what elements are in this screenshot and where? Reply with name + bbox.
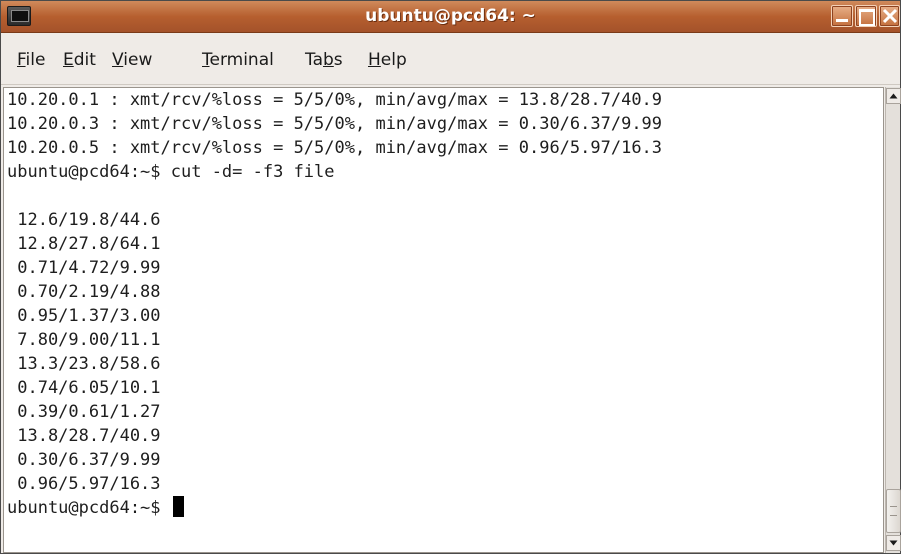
menu-tabs[interactable]: Tabs	[305, 48, 343, 72]
menu-help[interactable]: Help	[368, 48, 407, 72]
vertical-scrollbar[interactable]	[885, 87, 901, 553]
terminal-line: 7.80/9.00/11.1	[7, 330, 161, 350]
terminal-output[interactable]: 10.20.0.1 : xmt/rcv/%loss = 5/5/0%, min/…	[3, 87, 884, 553]
terminal-line: 13.3/23.8/58.6	[7, 354, 161, 374]
terminal-line: 10.20.0.3 : xmt/rcv/%loss = 5/5/0%, min/…	[7, 114, 663, 134]
terminal-command-line: ubuntu@pcd64:~$ cut -d= -f3 file	[7, 162, 335, 182]
scroll-thumb[interactable]	[886, 489, 901, 533]
arrow-down-icon	[889, 540, 898, 546]
terminal-line: 0.70/2.19/4.88	[7, 282, 161, 302]
terminal-line: 10.20.0.1 : xmt/rcv/%loss = 5/5/0%, min/…	[7, 90, 663, 110]
menu-bar: File Edit View Terminal Tabs Help	[1, 34, 900, 85]
scroll-down-button[interactable]	[886, 535, 901, 551]
terminal-line: 0.74/6.05/10.1	[7, 378, 161, 398]
menu-terminal[interactable]: Terminal	[202, 48, 274, 72]
terminal-line: 0.39/0.61/1.27	[7, 402, 161, 422]
menu-view[interactable]: View	[112, 48, 152, 72]
terminal-line: 12.6/19.8/44.6	[7, 210, 161, 230]
terminal-lines: 10.20.0.1 : xmt/rcv/%loss = 5/5/0%, min/…	[7, 88, 662, 520]
terminal-line: 10.20.0.5 : xmt/rcv/%loss = 5/5/0%, min/…	[7, 138, 663, 158]
arrow-up-icon	[889, 93, 898, 99]
terminal-line: 0.71/4.72/9.99	[7, 258, 161, 278]
terminal-line: 0.95/1.37/3.00	[7, 306, 161, 326]
terminal-line: 13.8/28.7/40.9	[7, 426, 161, 446]
close-icon	[882, 8, 898, 24]
terminal-window: ubuntu@pcd64: ~ File Edit View Terminal …	[0, 0, 901, 554]
terminal-line: 12.8/27.8/64.1	[7, 234, 161, 254]
maximize-button[interactable]	[855, 5, 877, 27]
scroll-up-button[interactable]	[886, 88, 901, 104]
title-bar[interactable]: ubuntu@pcd64: ~	[1, 1, 900, 33]
shell-prompt: ubuntu@pcd64:~$	[7, 498, 171, 518]
minimize-button[interactable]	[831, 5, 853, 27]
menu-file[interactable]: File	[17, 48, 45, 72]
close-button[interactable]	[879, 5, 900, 27]
terminal-prompt-line[interactable]: ubuntu@pcd64:~$	[7, 496, 662, 520]
menu-edit[interactable]: Edit	[63, 48, 96, 72]
window-title: ubuntu@pcd64: ~	[365, 6, 536, 26]
terminal-line: 0.30/6.37/9.99	[7, 450, 161, 470]
text-cursor	[172, 496, 184, 517]
terminal-line: 0.96/5.97/16.3	[7, 474, 161, 494]
